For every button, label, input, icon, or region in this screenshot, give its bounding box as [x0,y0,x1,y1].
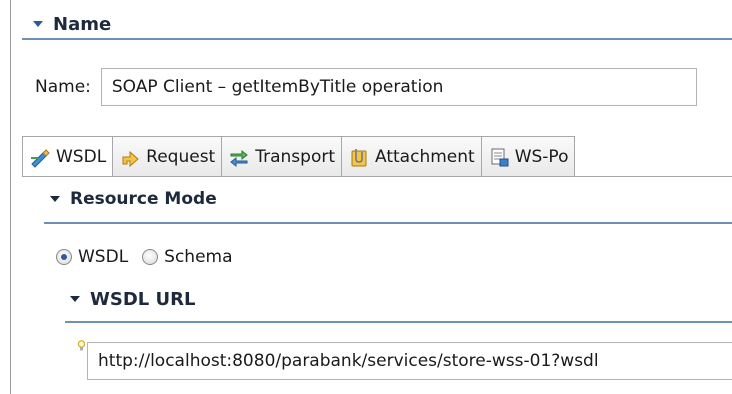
tab-wsdl-label: WSDL [56,146,107,167]
tab-attachment[interactable]: Attachment [342,136,482,177]
attachment-icon [348,146,370,168]
name-section-divider [22,38,732,40]
wsdl-url-divider [65,321,732,323]
tab-ws-policy-label: WS-Po [514,146,569,167]
tab-bar: WSDL Request Transport Attachment WS-Po [22,136,732,177]
collapse-triangle-icon [70,296,80,302]
wsdl-icon [29,146,51,168]
tab-wsdl[interactable]: WSDL [22,136,114,177]
resource-mode-options: WSDL Schema [56,244,247,270]
radio-schema-button[interactable] [142,249,159,265]
radio-wsdl-label: WSDL [78,247,129,267]
collapse-triangle-icon [50,196,60,202]
tab-transport-label: Transport [255,146,336,167]
tab-request[interactable]: Request [113,136,223,177]
transport-icon [228,146,250,168]
name-input[interactable]: SOAP Client – getItemByTitle operation [100,68,697,106]
wsdl-url-input[interactable]: http://localhost:8080/parabank/services/… [87,342,732,380]
name-label: Name: [35,77,91,97]
name-input-value: SOAP Client – getItemByTitle operation [111,77,444,97]
ws-policy-icon [488,146,510,168]
resource-mode-header[interactable]: Resource Mode [50,186,217,212]
left-border [10,0,11,394]
tab-bar-divider [22,176,732,177]
wsdl-url-title: WSDL URL [90,288,196,310]
name-row: Name: SOAP Client – getItemByTitle opera… [35,67,697,107]
radio-schema[interactable]: Schema [142,247,233,267]
name-section-title: Name [53,13,112,35]
content-assist-bulb-icon [77,340,86,351]
wsdl-url-header[interactable]: WSDL URL [70,286,195,312]
tab-ws-policy[interactable]: WS-Po [481,136,576,177]
collapse-triangle-icon [33,21,43,27]
resource-mode-divider [44,222,732,224]
radio-schema-label: Schema [164,247,233,267]
wsdl-url-value: http://localhost:8080/parabank/services/… [98,351,599,371]
resource-mode-title: Resource Mode [70,189,217,209]
radio-wsdl[interactable]: WSDL [56,247,128,267]
tab-attachment-label: Attachment [375,146,475,167]
tab-request-label: Request [146,146,216,167]
radio-wsdl-button[interactable] [56,249,72,265]
tab-transport[interactable]: Transport [222,136,343,177]
request-icon [119,146,141,168]
name-section-header[interactable]: Name [33,12,111,36]
